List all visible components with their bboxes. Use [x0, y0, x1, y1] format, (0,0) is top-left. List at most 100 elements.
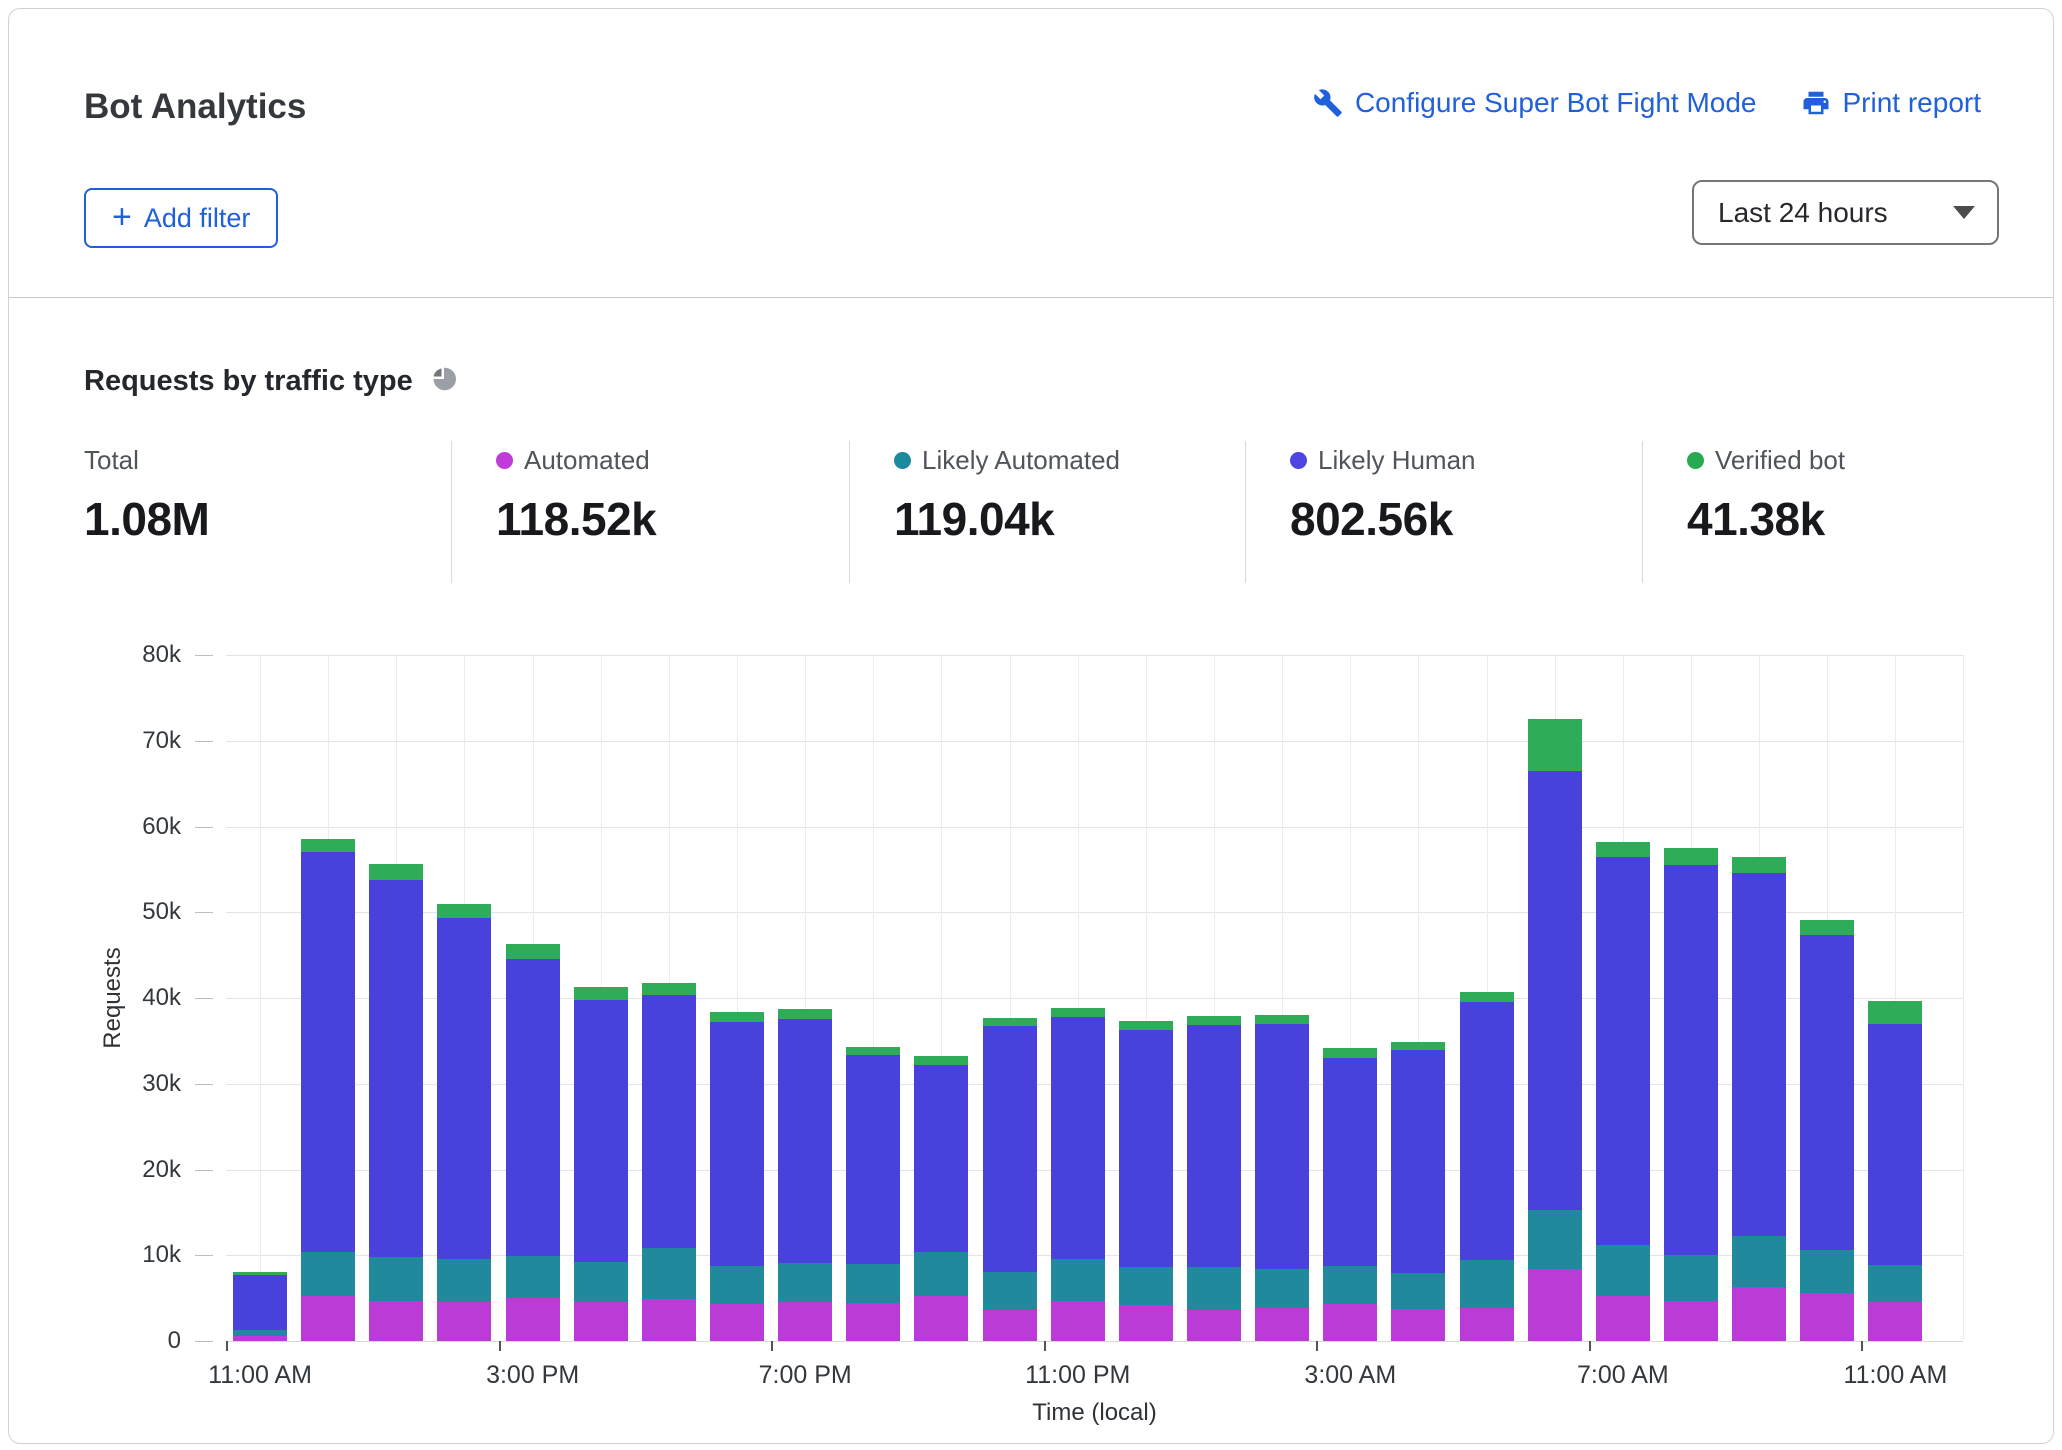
bar-segment-verified-bot[interactable]: [642, 983, 696, 995]
bar-segment-likely-human[interactable]: [1187, 1025, 1241, 1268]
bar-segment-likely-human[interactable]: [846, 1055, 900, 1263]
bar-segment-likely-human[interactable]: [506, 959, 560, 1257]
bar-segment-verified-bot[interactable]: [437, 904, 491, 919]
time-range-select[interactable]: Last 24 hours: [1692, 180, 1999, 245]
bar-segment-likely-human[interactable]: [1596, 857, 1650, 1245]
bar-segment-automated[interactable]: [1051, 1301, 1105, 1341]
bar-segment-likely-automated[interactable]: [1051, 1259, 1105, 1301]
bar-segment-likely-automated[interactable]: [983, 1272, 1037, 1310]
bar-segment-automated[interactable]: [914, 1296, 968, 1341]
bar-segment-automated[interactable]: [1187, 1310, 1241, 1341]
bar-segment-verified-bot[interactable]: [778, 1009, 832, 1019]
legend-item-total[interactable]: Total1.08M: [54, 441, 451, 583]
bar-segment-automated[interactable]: [983, 1310, 1037, 1341]
bar-segment-likely-automated[interactable]: [1391, 1273, 1445, 1309]
bar-segment-verified-bot[interactable]: [1460, 992, 1514, 1002]
bar-segment-verified-bot[interactable]: [506, 944, 560, 959]
bar-segment-automated[interactable]: [846, 1303, 900, 1341]
bar-segment-automated[interactable]: [574, 1302, 628, 1341]
bar-segment-likely-human[interactable]: [1800, 935, 1854, 1250]
bar-segment-likely-human[interactable]: [1460, 1002, 1514, 1260]
print-report-link[interactable]: Print report: [1801, 87, 1982, 119]
bar-segment-verified-bot[interactable]: [846, 1047, 900, 1056]
bar-segment-verified-bot[interactable]: [1868, 1001, 1922, 1023]
bar-segment-likely-automated[interactable]: [1119, 1267, 1173, 1305]
bar-segment-likely-automated[interactable]: [914, 1252, 968, 1297]
bar-segment-verified-bot[interactable]: [1391, 1042, 1445, 1051]
bar-segment-likely-automated[interactable]: [1664, 1255, 1718, 1300]
bar-segment-likely-human[interactable]: [1868, 1024, 1922, 1265]
bar-segment-likely-automated[interactable]: [1323, 1266, 1377, 1304]
bar-segment-likely-human[interactable]: [914, 1065, 968, 1252]
bar-segment-verified-bot[interactable]: [233, 1272, 287, 1275]
bar-segment-verified-bot[interactable]: [1323, 1048, 1377, 1058]
bar-segment-likely-human[interactable]: [1323, 1058, 1377, 1266]
bar-segment-likely-automated[interactable]: [1255, 1269, 1309, 1308]
bar-segment-likely-automated[interactable]: [1460, 1260, 1514, 1307]
bar-segment-verified-bot[interactable]: [369, 864, 423, 879]
bar-segment-verified-bot[interactable]: [1664, 848, 1718, 865]
bar-segment-likely-automated[interactable]: [369, 1257, 423, 1301]
bar-segment-likely-human[interactable]: [1664, 865, 1718, 1255]
bar-segment-likely-human[interactable]: [1255, 1024, 1309, 1269]
bar-segment-verified-bot[interactable]: [574, 987, 628, 1000]
bar-segment-likely-automated[interactable]: [301, 1252, 355, 1296]
add-filter-button[interactable]: + Add filter: [84, 188, 278, 248]
bar-segment-automated[interactable]: [506, 1298, 560, 1341]
legend-item-verified-bot[interactable]: Verified bot41.38k: [1642, 441, 2027, 583]
configure-super-bot-fight-mode-link[interactable]: Configure Super Bot Fight Mode: [1313, 87, 1757, 119]
bar-segment-automated[interactable]: [1323, 1304, 1377, 1341]
bar-segment-automated[interactable]: [1800, 1293, 1854, 1341]
bar-segment-likely-automated[interactable]: [778, 1263, 832, 1302]
bar-segment-automated[interactable]: [1391, 1309, 1445, 1341]
bar-segment-likely-automated[interactable]: [1187, 1267, 1241, 1310]
bar-segment-automated[interactable]: [233, 1336, 287, 1341]
bar-segment-verified-bot[interactable]: [1800, 920, 1854, 935]
bar-segment-likely-automated[interactable]: [506, 1256, 560, 1298]
bar-segment-automated[interactable]: [1255, 1308, 1309, 1341]
legend-item-automated[interactable]: Automated118.52k: [451, 441, 849, 583]
bar-segment-likely-human[interactable]: [1391, 1050, 1445, 1273]
bar-segment-verified-bot[interactable]: [1596, 842, 1650, 857]
bar-segment-verified-bot[interactable]: [710, 1012, 764, 1022]
bar-segment-verified-bot[interactable]: [1528, 719, 1582, 770]
bar-segment-automated[interactable]: [369, 1301, 423, 1341]
bar-segment-verified-bot[interactable]: [1732, 857, 1786, 873]
bar-segment-likely-automated[interactable]: [846, 1264, 900, 1303]
legend-item-likely-automated[interactable]: Likely Automated119.04k: [849, 441, 1245, 583]
bar-segment-likely-human[interactable]: [1732, 873, 1786, 1237]
bar-segment-likely-human[interactable]: [437, 918, 491, 1258]
bar-segment-likely-automated[interactable]: [710, 1266, 764, 1305]
bar-segment-likely-human[interactable]: [301, 852, 355, 1252]
bar-segment-automated[interactable]: [1528, 1269, 1582, 1341]
bar-segment-likely-automated[interactable]: [1800, 1250, 1854, 1293]
bar-segment-automated[interactable]: [710, 1304, 764, 1341]
bar-segment-automated[interactable]: [437, 1302, 491, 1341]
bar-segment-likely-automated[interactable]: [1528, 1210, 1582, 1269]
bar-segment-verified-bot[interactable]: [983, 1018, 1037, 1027]
bar-segment-verified-bot[interactable]: [1255, 1015, 1309, 1024]
bar-segment-likely-automated[interactable]: [1732, 1236, 1786, 1287]
bar-segment-likely-automated[interactable]: [642, 1248, 696, 1299]
bar-segment-verified-bot[interactable]: [1051, 1008, 1105, 1017]
bar-segment-automated[interactable]: [1119, 1305, 1173, 1341]
bar-segment-likely-automated[interactable]: [233, 1330, 287, 1336]
bar-segment-automated[interactable]: [301, 1296, 355, 1341]
bar-segment-automated[interactable]: [778, 1302, 832, 1341]
bar-segment-automated[interactable]: [1868, 1302, 1922, 1341]
bar-segment-likely-human[interactable]: [778, 1019, 832, 1263]
bar-segment-likely-automated[interactable]: [574, 1262, 628, 1302]
bar-segment-likely-human[interactable]: [1051, 1017, 1105, 1259]
bar-segment-likely-human[interactable]: [1528, 771, 1582, 1210]
bar-segment-likely-human[interactable]: [574, 1000, 628, 1262]
bar-segment-likely-automated[interactable]: [1868, 1265, 1922, 1302]
bar-segment-likely-human[interactable]: [1119, 1030, 1173, 1268]
bar-segment-automated[interactable]: [1596, 1296, 1650, 1341]
bar-segment-automated[interactable]: [1460, 1308, 1514, 1341]
bar-segment-verified-bot[interactable]: [914, 1056, 968, 1065]
legend-item-likely-human[interactable]: Likely Human802.56k: [1245, 441, 1642, 583]
bar-segment-automated[interactable]: [1732, 1287, 1786, 1341]
bar-segment-likely-automated[interactable]: [437, 1259, 491, 1302]
bar-segment-likely-human[interactable]: [233, 1275, 287, 1330]
bar-segment-likely-human[interactable]: [369, 880, 423, 1257]
